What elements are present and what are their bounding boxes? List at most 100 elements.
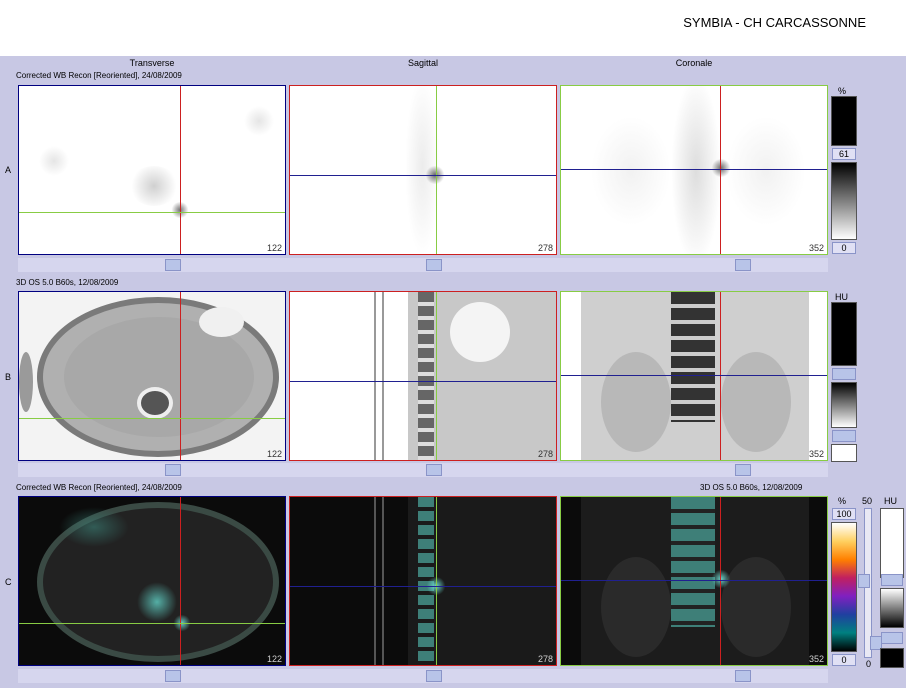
transverse-slice-slider[interactable] bbox=[165, 670, 181, 682]
sagittal-slice-slider[interactable] bbox=[426, 464, 442, 476]
row-b-scroll-track bbox=[18, 463, 828, 477]
crosshair-vertical[interactable] bbox=[180, 86, 181, 254]
crosshair-vertical[interactable] bbox=[436, 86, 437, 254]
ct-spine bbox=[418, 292, 434, 460]
pet-scale-top bbox=[831, 96, 857, 146]
slice-number: 352 bbox=[808, 654, 824, 664]
viewport-pet-transverse[interactable]: 122 bbox=[18, 85, 286, 255]
row-c-series-info-right: 3D OS 5.0 B60s, 12/08/2009 bbox=[700, 483, 803, 492]
viewport-ct-sagittal[interactable]: 278 bbox=[289, 291, 557, 461]
row-c-series-info-left: Corrected WB Recon [Reoriented], 24/08/2… bbox=[16, 483, 182, 492]
coronal-slice-slider[interactable] bbox=[735, 259, 751, 271]
viewport-pet-coronal[interactable]: 352 bbox=[560, 85, 828, 255]
pet-scale-max[interactable]: 61 bbox=[832, 148, 856, 160]
ct-spine bbox=[671, 292, 715, 422]
row-a-scroll-track bbox=[18, 258, 828, 272]
ct-grayscale-colorbar bbox=[831, 382, 857, 428]
ct-gas-bubble bbox=[450, 302, 510, 362]
ct-arm bbox=[19, 352, 33, 412]
crosshair-horizontal[interactable] bbox=[290, 175, 556, 176]
fused-scale-unit: % bbox=[838, 496, 847, 506]
pet-uptake-region bbox=[129, 166, 179, 206]
ct-scale-unit: HU bbox=[835, 292, 848, 302]
pet-uptake-region bbox=[726, 116, 806, 226]
fused-color-colorbar bbox=[831, 522, 857, 652]
crosshair-horizontal[interactable] bbox=[290, 381, 556, 382]
slice-number: 352 bbox=[808, 243, 824, 253]
fused-spine bbox=[671, 497, 715, 627]
column-header-transverse: Transverse bbox=[129, 58, 175, 68]
fusion-blend-slider-handle[interactable] bbox=[858, 574, 870, 588]
slice-number: 278 bbox=[537, 449, 553, 459]
ct-vertebra bbox=[137, 387, 173, 419]
viewport-fused-sagittal[interactable]: 278 bbox=[289, 496, 557, 666]
fused-scale-mid: 50 bbox=[862, 496, 873, 506]
pet-uptake-region bbox=[591, 116, 671, 226]
ct-scale-top bbox=[831, 302, 857, 366]
viewport-pet-sagittal[interactable]: 278 bbox=[289, 85, 557, 255]
ct-organ bbox=[601, 352, 671, 452]
crosshair-vertical[interactable] bbox=[436, 292, 437, 460]
column-header-sagittal: Sagittal bbox=[407, 58, 439, 68]
crosshair-horizontal[interactable] bbox=[19, 418, 285, 419]
ct-table-line bbox=[382, 497, 384, 665]
row-c-label: C bbox=[5, 577, 12, 587]
coronal-slice-slider[interactable] bbox=[735, 464, 751, 476]
pet-uptake-region bbox=[244, 106, 274, 136]
slice-number: 352 bbox=[808, 449, 824, 459]
slice-number: 122 bbox=[266, 449, 282, 459]
sagittal-slice-slider[interactable] bbox=[426, 670, 442, 682]
fused-hotspot bbox=[711, 570, 731, 588]
pet-scale-min[interactable]: 0 bbox=[832, 242, 856, 254]
crosshair-horizontal[interactable] bbox=[19, 212, 285, 213]
slice-number: 122 bbox=[266, 654, 282, 664]
slice-number: 278 bbox=[537, 243, 553, 253]
viewport-ct-coronal[interactable]: 352 bbox=[560, 291, 828, 461]
ct-table-line bbox=[374, 497, 376, 665]
sagittal-slice-slider[interactable] bbox=[426, 259, 442, 271]
crosshair-horizontal[interactable] bbox=[561, 169, 827, 170]
fused-ct-scale-unit: HU bbox=[884, 496, 897, 506]
crosshair-vertical[interactable] bbox=[180, 497, 181, 665]
row-a-label: A bbox=[5, 165, 12, 175]
row-b-series-info: 3D OS 5.0 B60s, 12/08/2009 bbox=[16, 278, 119, 287]
crosshair-vertical[interactable] bbox=[436, 497, 437, 665]
fused-ct-window-upper-handle[interactable] bbox=[881, 574, 903, 586]
ct-table-line bbox=[382, 292, 384, 460]
crosshair-horizontal[interactable] bbox=[19, 623, 285, 624]
transverse-slice-slider[interactable] bbox=[165, 464, 181, 476]
crosshair-vertical[interactable] bbox=[720, 497, 721, 665]
ct-table-line bbox=[374, 292, 376, 460]
fused-scale-min[interactable]: 0 bbox=[832, 654, 856, 666]
crosshair-horizontal[interactable] bbox=[290, 586, 556, 587]
viewport-ct-transverse[interactable]: 122 bbox=[18, 291, 286, 461]
fused-scale-max[interactable]: 100 bbox=[832, 508, 856, 520]
slice-number: 278 bbox=[537, 654, 553, 664]
fused-organ bbox=[721, 557, 791, 657]
ct-window-upper-handle[interactable] bbox=[832, 368, 856, 380]
viewport-fused-transverse[interactable]: 122 bbox=[18, 496, 286, 666]
viewport-fused-coronal[interactable]: 352 bbox=[560, 496, 828, 666]
crosshair-vertical[interactable] bbox=[180, 292, 181, 460]
fused-ct-scale-top bbox=[880, 508, 904, 578]
fused-ct-scale-bottom bbox=[880, 648, 904, 668]
row-b-label: B bbox=[5, 372, 12, 382]
crosshair-vertical[interactable] bbox=[720, 86, 721, 254]
coronal-slice-slider[interactable] bbox=[735, 670, 751, 682]
column-header-coronal: Coronale bbox=[675, 58, 713, 68]
transverse-slice-slider[interactable] bbox=[165, 259, 181, 271]
ct-scale-bottom bbox=[831, 444, 857, 462]
pet-grayscale-colorbar bbox=[831, 162, 857, 240]
crosshair-horizontal[interactable] bbox=[561, 375, 827, 376]
fused-organ bbox=[601, 557, 671, 657]
ct-window-lower-handle[interactable] bbox=[832, 430, 856, 442]
pet-uptake-region bbox=[39, 146, 69, 176]
fused-vertebra-uptake bbox=[137, 582, 177, 622]
crosshair-vertical[interactable] bbox=[720, 292, 721, 460]
fused-uptake-region bbox=[59, 507, 129, 547]
fused-ct-window-lower-handle[interactable] bbox=[881, 632, 903, 644]
title-bar: SYMBIA - CH CARCASSONNE bbox=[0, 0, 906, 56]
crosshair-horizontal[interactable] bbox=[561, 580, 827, 581]
ct-organ bbox=[721, 352, 791, 452]
ct-gas-bubble bbox=[199, 307, 244, 337]
